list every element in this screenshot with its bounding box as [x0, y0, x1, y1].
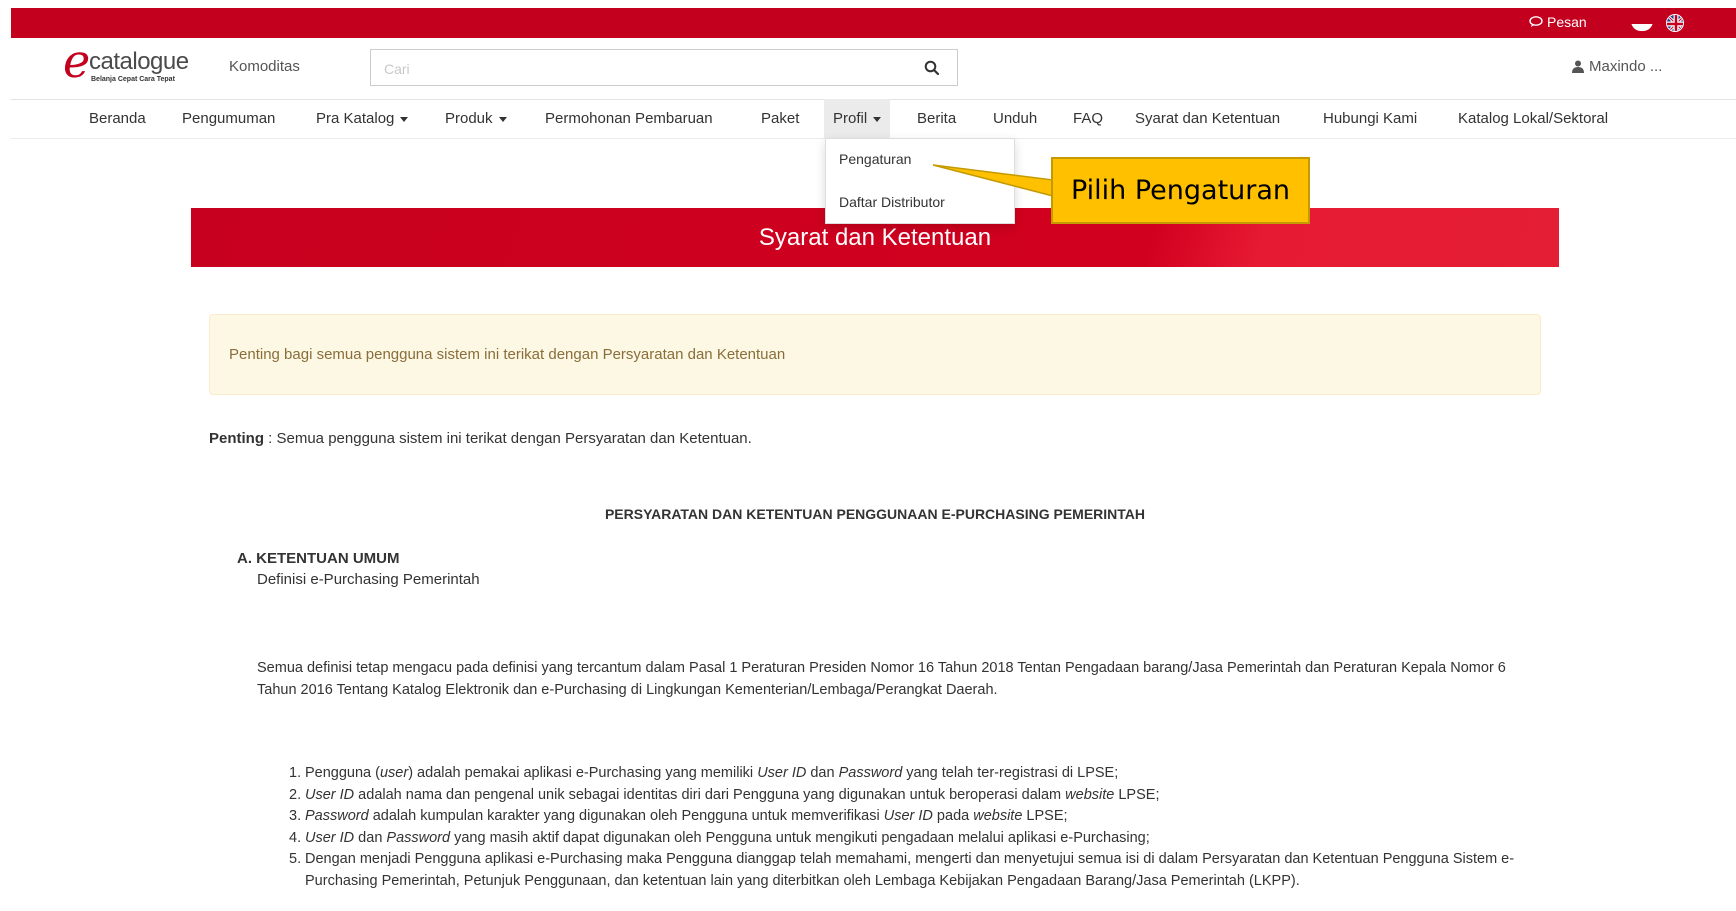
document-heading: PERSYARATAN DAN KETENTUAN PENGGUNAAN E-P…	[604, 506, 1146, 522]
nav-unduh[interactable]: Unduh	[993, 110, 1037, 127]
definitions-list: 1. Pengguna (user) adalah pemakai aplikas…	[257, 763, 1547, 892]
logo-tagline: Belanja Cepat Cara Tepat	[91, 76, 175, 83]
caret-down-icon	[498, 116, 507, 122]
header: e catalogue Belanja Cepat Cara Tepat Kom…	[11, 38, 1736, 100]
list-item: 3. Password adalah kumpulan karakter yang…	[289, 808, 1068, 824]
list-item: 5. Dengan menjadi Pengguna aplikasi e-Pur…	[289, 851, 1515, 889]
search-icon[interactable]	[924, 60, 940, 76]
penting-text: : Semua pengguna sistem ini terikat deng…	[264, 430, 752, 447]
search-input[interactable]	[371, 50, 906, 87]
dropdown-pengaturan[interactable]: Pengaturan	[839, 151, 911, 167]
user-menu[interactable]: Maxindo ...	[1572, 58, 1662, 75]
nav-pengumuman[interactable]: Pengumuman	[182, 110, 275, 127]
indonesia-flag-icon[interactable]	[1631, 17, 1653, 31]
section-a-title: A. KETENTUAN UMUM	[237, 550, 400, 567]
search-box	[370, 49, 958, 87]
user-icon	[1572, 60, 1584, 73]
messages-link[interactable]: Pesan	[1529, 14, 1587, 30]
penting-note: Penting : Semua pengguna sistem ini teri…	[209, 430, 752, 447]
nav-katalog-lokal-sektoral[interactable]: Katalog Lokal/Sektoral	[1458, 110, 1608, 127]
definition-paragraph: Semua definisi tetap mengacu pada defini…	[257, 660, 1506, 698]
messages-label: Pesan	[1547, 14, 1587, 30]
nav-hubungi-kami[interactable]: Hubungi Kami	[1323, 110, 1417, 127]
nav-faq[interactable]: FAQ	[1073, 110, 1103, 127]
caret-down-icon	[400, 116, 409, 122]
nav-beranda[interactable]: Beranda	[89, 110, 146, 127]
user-name: Maxindo ...	[1589, 58, 1663, 75]
nav-permohonan-pembaruan[interactable]: Permohonan Pembaruan	[545, 110, 713, 127]
nav-profil-label: Profil	[833, 110, 868, 127]
nav-produk-label: Produk	[445, 110, 493, 127]
warning-alert: Penting bagi semua pengguna sistem ini t…	[209, 314, 1541, 395]
komoditas-link[interactable]: Komoditas	[229, 58, 300, 75]
list-item: 1. Pengguna (user) adalah pemakai aplikas…	[289, 765, 1119, 781]
nav-paket[interactable]: Paket	[761, 110, 799, 127]
penting-label: Penting	[209, 430, 264, 447]
profil-dropdown: Pengaturan Daftar Distributor	[825, 138, 1015, 224]
chat-icon	[1529, 16, 1543, 27]
list-item: 2. User ID adalah nama dan pengenal unik …	[289, 786, 1160, 803]
nav-produk[interactable]: Produk	[445, 110, 507, 127]
nav-pra-katalog[interactable]: Pra Katalog	[316, 110, 409, 127]
section-a-subtitle: Definisi e-Purchasing Pemerintah	[257, 571, 480, 588]
caret-down-icon	[873, 116, 882, 122]
dropdown-daftar-distributor[interactable]: Daftar Distributor	[839, 194, 945, 210]
list-item: 4. User ID dan Password yang masih aktif …	[289, 829, 1150, 846]
nav-profil[interactable]: Profil	[824, 99, 891, 138]
nav-syarat-ketentuan[interactable]: Syarat dan Ketentuan	[1135, 110, 1280, 127]
logo-word: catalogue	[89, 48, 189, 75]
nav-berita[interactable]: Berita	[917, 110, 956, 127]
ecatalogue-logo[interactable]: e catalogue Belanja Cepat Cara Tepat	[63, 38, 203, 88]
main-nav: Beranda Pengumuman Pra Katalog Produk Pe…	[11, 99, 1736, 139]
nav-pra-katalog-label: Pra Katalog	[316, 110, 395, 127]
top-bar: Pesan	[11, 8, 1736, 38]
uk-flag-icon[interactable]	[1666, 14, 1684, 32]
callout-pilih-pengaturan: Pilih Pengaturan	[1051, 157, 1310, 224]
